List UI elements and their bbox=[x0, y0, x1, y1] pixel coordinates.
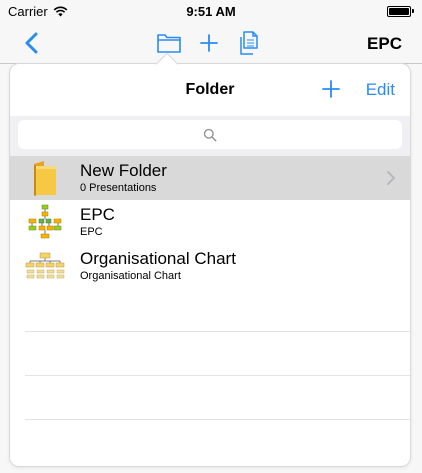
status-time: 9:51 AM bbox=[186, 3, 236, 19]
toolbar-actions bbox=[155, 29, 263, 57]
presentation-list: New Folder 0 Presentations EPC EPC Organ… bbox=[10, 156, 410, 464]
carrier-label: Carrier bbox=[8, 3, 48, 19]
folder-icon[interactable] bbox=[155, 29, 183, 57]
item-title: Organisational Chart bbox=[80, 249, 236, 268]
back-icon[interactable] bbox=[22, 31, 42, 55]
org-chart-icon bbox=[22, 244, 68, 288]
search-input[interactable] bbox=[18, 120, 402, 149]
duplicate-icon[interactable] bbox=[235, 29, 263, 57]
list-item-epc[interactable]: EPC EPC bbox=[10, 200, 410, 244]
item-title: New Folder bbox=[80, 161, 167, 180]
empty-row bbox=[25, 332, 410, 376]
battery-icon bbox=[387, 5, 414, 17]
add-icon[interactable] bbox=[195, 29, 223, 57]
chevron-right-icon bbox=[387, 171, 395, 185]
edit-button[interactable]: Edit bbox=[366, 80, 395, 100]
status-bar: Carrier 9:51 AM bbox=[0, 0, 422, 22]
list-item-new-folder[interactable]: New Folder 0 Presentations bbox=[10, 156, 410, 200]
nav-title: EPC bbox=[367, 34, 402, 53]
add-folder-icon[interactable] bbox=[320, 78, 342, 100]
item-subtitle: 0 Presentations bbox=[80, 182, 157, 194]
item-subtitle: EPC bbox=[80, 226, 103, 238]
epc-diagram-icon bbox=[22, 200, 68, 244]
item-subtitle: Organisational Chart bbox=[80, 270, 181, 282]
popover-header: Folder Edit bbox=[10, 64, 410, 116]
empty-row bbox=[25, 420, 410, 464]
empty-row bbox=[25, 376, 410, 420]
popover-title: Folder bbox=[185, 81, 235, 98]
navigation-bar: EPC bbox=[0, 22, 422, 64]
folder-popover: Folder Edit New Folder 0 Presentations E… bbox=[9, 63, 411, 467]
carrier-info: Carrier bbox=[8, 4, 68, 19]
search-bar bbox=[10, 116, 410, 156]
folder-icon bbox=[22, 156, 68, 200]
empty-row bbox=[25, 288, 410, 332]
list-item-organisational-chart[interactable]: Organisational Chart Organisational Char… bbox=[10, 244, 410, 288]
item-title: EPC bbox=[80, 205, 115, 224]
search-icon bbox=[203, 128, 217, 141]
wifi-icon bbox=[53, 6, 68, 16]
